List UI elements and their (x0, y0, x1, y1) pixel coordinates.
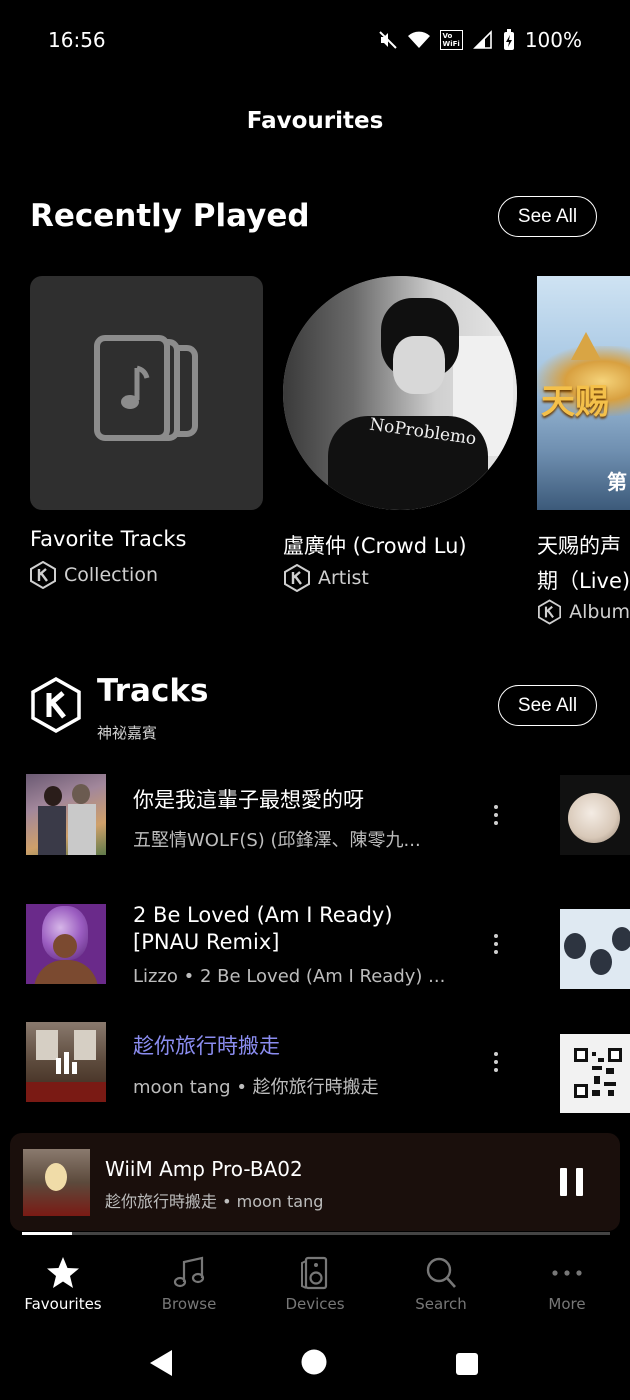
mini-player-track: 趁你旅行時搬走 • moon tang (105, 1192, 324, 1211)
kkbox-k-icon (30, 561, 56, 589)
album-cover-text: 天赐 (541, 382, 609, 422)
card-title-line2: 期（Live) (537, 569, 630, 593)
playback-progress-track (22, 1232, 610, 1235)
music-collection-icon (94, 335, 198, 441)
track-more-options-icon[interactable] (491, 805, 501, 825)
status-time: 16:56 (48, 28, 106, 52)
signal-icon (472, 30, 492, 49)
playback-progress-fill (22, 1232, 72, 1235)
next-column-artwork (560, 775, 630, 855)
speaker-icon (301, 1256, 328, 1290)
track-artwork (26, 904, 106, 984)
battery-percent: 100% (524, 28, 582, 52)
vowifi-icon: Vo WiFi (439, 30, 463, 50)
tracks-subtitle: 神祕嘉賓 (97, 724, 158, 742)
nav-favourites[interactable]: Favourites (0, 1255, 126, 1313)
card-subtitle: Artist (284, 564, 369, 592)
card-title: Favorite Tracks (30, 527, 187, 551)
search-icon (426, 1257, 456, 1288)
track-artwork (26, 1022, 106, 1102)
track-title-playing: 趁你旅行時搬走 (133, 1034, 280, 1058)
album-cover-subtext: 第 (607, 470, 627, 494)
star-icon (47, 1257, 79, 1288)
nav-devices[interactable]: Devices (252, 1255, 378, 1313)
recently-played-see-all-button[interactable]: See All (498, 196, 597, 237)
track-artwork (26, 774, 106, 855)
pause-button[interactable] (557, 1166, 587, 1198)
wifi-icon (407, 31, 430, 48)
kkbox-logo-icon (31, 677, 81, 733)
recently-played-title: Recently Played (30, 198, 310, 234)
system-recents-icon[interactable] (455, 1352, 479, 1376)
system-back-icon[interactable] (148, 1348, 174, 1378)
tracks-see-all-button[interactable]: See All (498, 685, 597, 726)
artist-face (393, 336, 445, 394)
track-title-line2: [PNAU Remix] (133, 930, 280, 954)
card-album-live[interactable]: 天赐 第 (537, 276, 630, 510)
pause-icon (560, 1168, 583, 1196)
system-home-icon[interactable] (300, 1348, 328, 1376)
nav-search[interactable]: Search (378, 1255, 504, 1313)
nav-more[interactable]: More (504, 1255, 630, 1313)
next-column-qr-artwork (560, 1034, 630, 1113)
track-more-options-icon[interactable] (491, 934, 501, 954)
page-title: Favourites (246, 108, 384, 134)
next-column-artwork (560, 909, 630, 989)
track-more-options-icon[interactable] (491, 1052, 501, 1072)
now-playing-bars-icon (56, 1052, 77, 1074)
track-subtitle: moon tang • 趁你旅行時搬走 (133, 1077, 379, 1098)
mini-player[interactable] (10, 1133, 620, 1231)
mini-player-artwork (23, 1149, 90, 1216)
track-subtitle: 五堅情WOLF(S) (邱鋒澤、陳零九... (133, 830, 421, 851)
battery-charging-icon (503, 29, 514, 50)
card-title: 天赐的声 (537, 534, 621, 558)
kkbox-k-icon (284, 564, 310, 592)
mini-player-device: WiiM Amp Pro-BA02 (105, 1157, 303, 1181)
card-subtitle: Collection (30, 561, 158, 589)
track-subtitle: Lizzo • 2 Be Loved (Am I Ready) ... (133, 966, 446, 987)
track-title: 你是我這輩子最想愛的呀 (133, 788, 364, 812)
status-icons: Vo WiFi 100% (378, 28, 582, 52)
track-title: 2 Be Loved (Am I Ready) (133, 903, 393, 927)
card-title: 盧廣仲 (Crowd Lu) (283, 534, 467, 558)
card-subtitle: Album (538, 598, 630, 626)
tracks-title: Tracks (97, 673, 209, 709)
nav-browse[interactable]: Browse (126, 1255, 252, 1313)
more-dots-icon (552, 1270, 582, 1276)
card-favorite-tracks[interactable] (30, 276, 263, 510)
kkbox-k-icon (538, 599, 562, 625)
mute-icon (378, 31, 397, 49)
music-note-icon (173, 1256, 205, 1288)
card-artist-crowd-lu[interactable]: NoProblemo (283, 276, 517, 510)
